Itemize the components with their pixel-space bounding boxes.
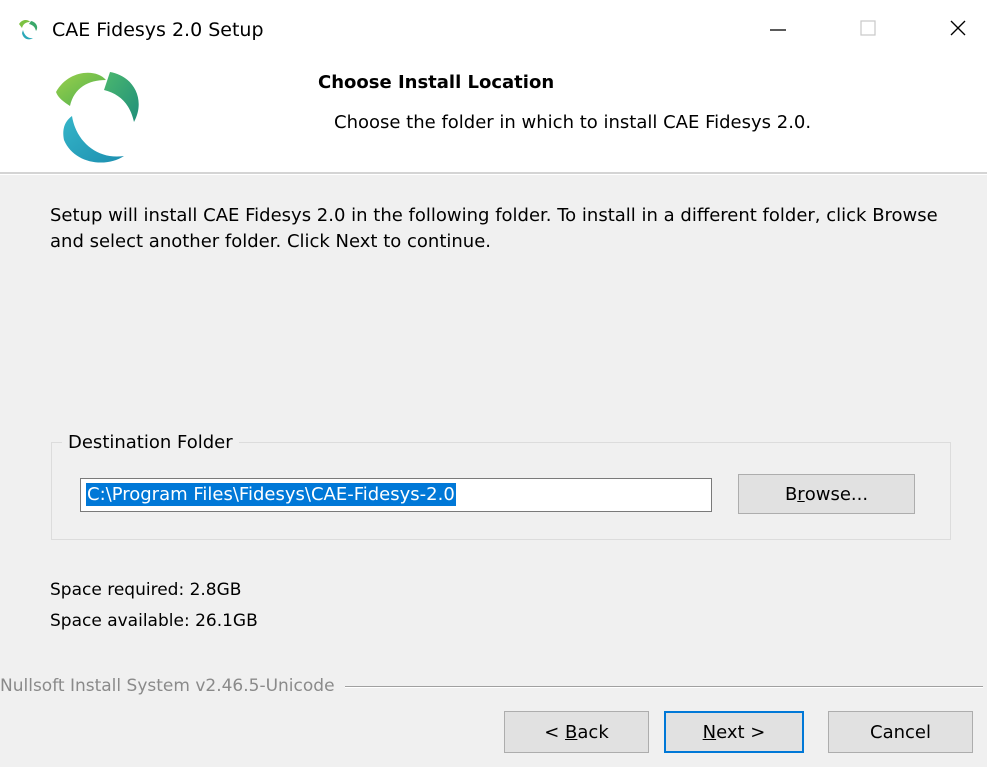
destination-path-text: C:\Program Files\Fidesys\CAE-Fidesys-2.0 bbox=[86, 483, 456, 506]
fidesys-logo-icon bbox=[46, 64, 146, 168]
browse-label-suffix: owse... bbox=[804, 483, 869, 505]
intro-text: Setup will install CAE Fidesys 2.0 in th… bbox=[50, 205, 938, 252]
next-button[interactable]: Next > bbox=[664, 711, 804, 753]
destination-folder-label: Destination Folder bbox=[62, 431, 239, 455]
header-divider bbox=[0, 172, 987, 175]
cancel-label: Cancel bbox=[870, 721, 931, 743]
maximize-icon bbox=[858, 18, 878, 42]
destination-path-input[interactable]: C:\Program Files\Fidesys\CAE-Fidesys-2.0 bbox=[80, 478, 712, 512]
title-bar[interactable]: CAE Fidesys 2.0 Setup bbox=[0, 0, 987, 60]
space-available-text: Space available: 26.1GB bbox=[50, 611, 258, 631]
cancel-button[interactable]: Cancel bbox=[828, 711, 973, 753]
browse-button[interactable]: Br owse... bbox=[738, 474, 915, 514]
browse-label-accel: r bbox=[797, 483, 805, 505]
back-label-suffix: ack bbox=[577, 721, 609, 743]
minimize-button[interactable] bbox=[748, 0, 808, 60]
browse-label-prefix: B bbox=[784, 483, 798, 505]
window-title: CAE Fidesys 2.0 Setup bbox=[52, 19, 264, 41]
back-label-prefix: < bbox=[544, 721, 566, 743]
next-label-accel: N bbox=[702, 721, 717, 743]
space-required-text: Space required: 2.8GB bbox=[50, 580, 242, 600]
maximize-button[interactable] bbox=[838, 0, 898, 60]
setup-window: CAE Fidesys 2.0 Setup Choose Install Loc… bbox=[0, 0, 987, 767]
nsis-branding-text: Nullsoft Install System v2.46.5-Unicode bbox=[0, 674, 345, 698]
app-logo-icon bbox=[16, 18, 40, 42]
back-button[interactable]: < Back bbox=[504, 711, 649, 753]
next-label-suffix: ext > bbox=[716, 721, 766, 743]
page-header: Choose Install Location Choose the folde… bbox=[0, 60, 987, 172]
page-subtitle: Choose the folder in which to install CA… bbox=[334, 112, 812, 133]
back-label-accel: B bbox=[565, 721, 578, 743]
close-icon bbox=[948, 18, 968, 42]
minimize-icon bbox=[768, 18, 788, 42]
close-button[interactable] bbox=[928, 0, 987, 60]
page-title: Choose Install Location bbox=[318, 72, 555, 93]
